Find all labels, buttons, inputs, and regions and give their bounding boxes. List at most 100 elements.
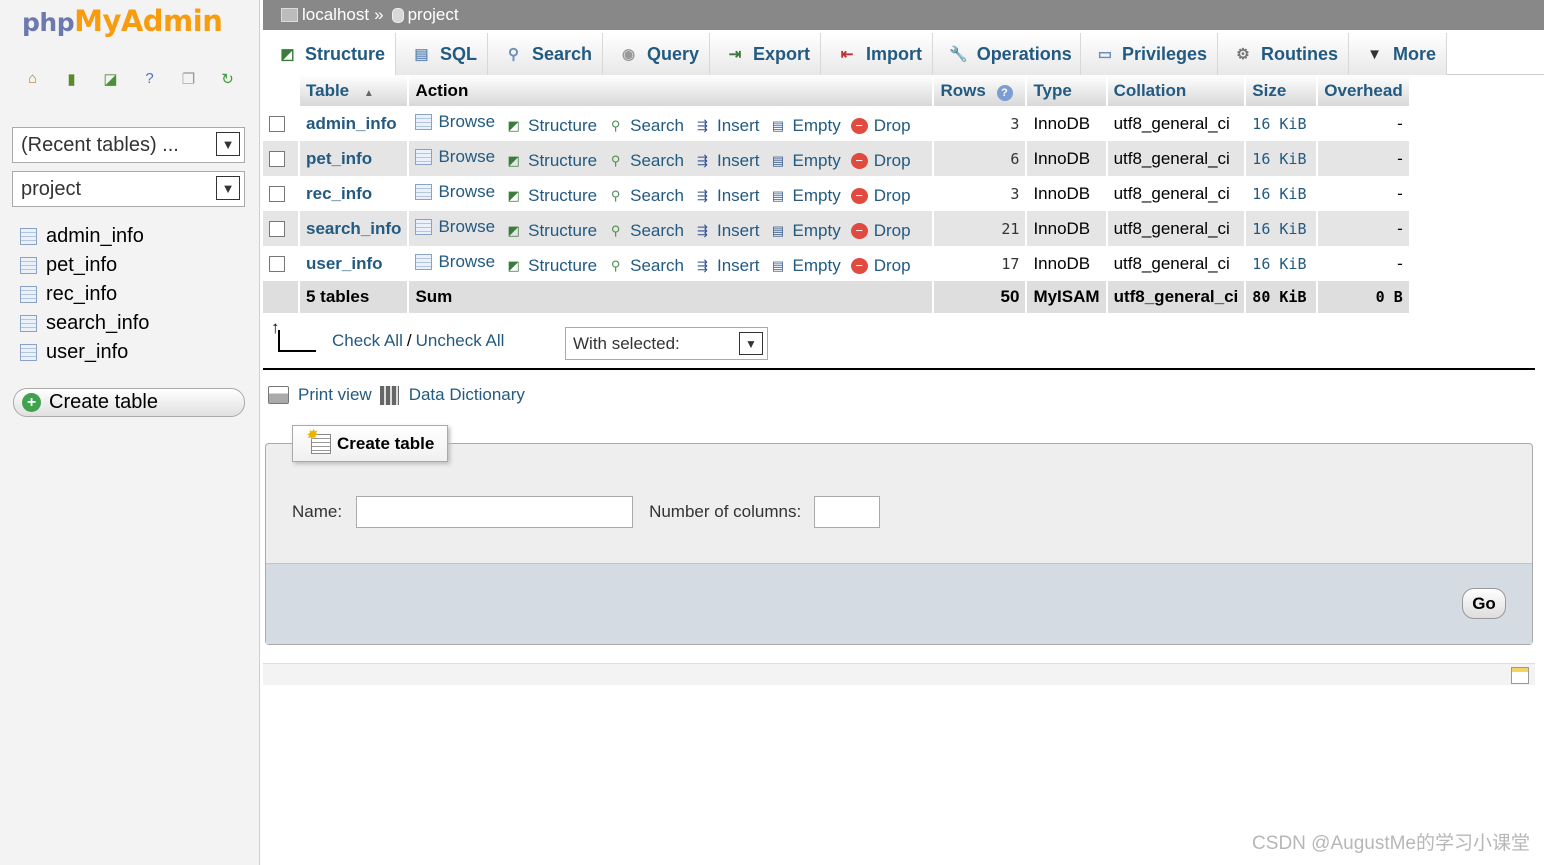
phpmyadmin-logo[interactable]: phpMyAdmin [22, 4, 223, 38]
sql-docs-icon[interactable]: ❐ [178, 68, 199, 89]
check-separator: / [406, 331, 412, 350]
action-drop[interactable]: − Drop [850, 116, 911, 136]
action-label: Search [630, 255, 684, 275]
table-name-link[interactable]: pet_info [306, 149, 372, 168]
action-browse[interactable]: Browse [415, 112, 495, 132]
console-bar[interactable] [263, 663, 1535, 685]
action-label: Empty [792, 220, 841, 240]
tab-search[interactable]: ⚲ Search [488, 33, 603, 75]
tab-routines[interactable]: ⚙ Routines [1218, 33, 1349, 75]
action-structure[interactable]: ◩ Structure [505, 186, 597, 206]
action-drop[interactable]: − Drop [850, 256, 911, 276]
tab-structure[interactable]: ◩ Structure [263, 33, 396, 75]
structure-icon: ◩ [507, 117, 520, 133]
with-selected-select[interactable]: With selected: ▼ [565, 327, 768, 360]
action-label: Browse [438, 216, 496, 236]
size-value[interactable]: 16 KiB [1252, 255, 1306, 273]
help-icon[interactable]: ? [996, 84, 1013, 101]
action-empty[interactable]: ▤ Empty [770, 256, 841, 276]
tab-query[interactable]: ◉ Query [603, 33, 710, 75]
database-select[interactable]: project ▼ [12, 171, 245, 207]
table-name-link[interactable]: admin_info [306, 114, 397, 133]
table-name-input[interactable] [356, 496, 634, 528]
action-browse[interactable]: Browse [415, 182, 495, 202]
action-insert[interactable]: ⇶ Insert [694, 220, 760, 241]
row-checkbox[interactable] [269, 116, 285, 133]
summary-size-cell: 80 KiB [1245, 281, 1319, 313]
size-value[interactable]: 16 KiB [1252, 220, 1306, 238]
size-value[interactable]: 16 KiB [1252, 185, 1306, 203]
action-label: Drop [873, 150, 911, 170]
summary-collation-cell: utf8_general_ci [1106, 281, 1247, 313]
data-dictionary-link[interactable]: Data Dictionary [409, 385, 525, 405]
tab-sql[interactable]: ▤ SQL [396, 33, 488, 75]
table-name-link[interactable]: rec_info [306, 184, 372, 203]
check-all-link[interactable]: Check All [332, 331, 403, 351]
uncheck-all-link[interactable]: Uncheck All [416, 331, 505, 351]
tab-more[interactable]: ▼ More [1349, 33, 1447, 75]
row-checkbox[interactable] [269, 186, 285, 203]
tab-privileges[interactable]: ▭ Privileges [1081, 33, 1218, 75]
console-icon[interactable] [1511, 667, 1529, 684]
action-structure[interactable]: ◩ Structure [505, 116, 597, 136]
action-drop[interactable]: − Drop [850, 186, 911, 206]
size-value[interactable]: 16 KiB [1252, 115, 1306, 133]
action-empty[interactable]: ▤ Empty [770, 186, 841, 206]
row-checkbox[interactable] [269, 221, 285, 238]
action-structure[interactable]: ◩ Structure [505, 256, 597, 276]
action-insert[interactable]: ⇶ Insert [694, 116, 759, 136]
action-structure[interactable]: ◩ Structure [505, 151, 597, 171]
query-window-icon[interactable]: ◪ [100, 68, 121, 89]
row-checkbox[interactable] [269, 151, 285, 168]
action-insert[interactable]: ⇶ Insert [694, 256, 759, 276]
header-table[interactable]: Table ▲ [299, 75, 410, 106]
go-button[interactable]: Go [1462, 588, 1506, 619]
home-icon[interactable]: ⌂ [22, 68, 43, 89]
tree-item-pet-info[interactable]: pet_info [20, 251, 149, 280]
table-name-link[interactable]: search_info [306, 219, 401, 238]
table-row: admin_info Browse ◩ Structure ⚲ Search ⇶ Insert… [263, 106, 1411, 141]
action-structure[interactable]: ◩ Structure [505, 221, 597, 241]
breadcrumb-database[interactable]: project [408, 5, 459, 25]
action-insert[interactable]: ⇶ Insert [694, 151, 759, 171]
action-empty[interactable]: ▤ Empty [770, 151, 841, 171]
header-rows[interactable]: Rows ? [933, 75, 1028, 106]
tree-item-user-info[interactable]: user_info [20, 338, 149, 367]
action-empty[interactable]: ▤ Empty [770, 221, 841, 241]
tab-operations[interactable]: 🔧 Operations [933, 33, 1081, 75]
reload-icon[interactable]: ↻ [217, 68, 238, 89]
table-name-link[interactable]: user_info [306, 254, 383, 273]
action-browse[interactable]: Browse [415, 252, 495, 272]
tree-item-rec-info[interactable]: rec_info [20, 280, 149, 309]
nav-create-table-button[interactable]: + Create table [13, 388, 245, 417]
documentation-icon[interactable]: ? [139, 68, 160, 89]
header-type[interactable]: Type [1026, 75, 1108, 106]
action-search[interactable]: ⚲ Search [607, 256, 684, 276]
tab-export[interactable]: ⇥ Export [710, 33, 821, 75]
header-size[interactable]: Size [1245, 75, 1319, 106]
header-collation[interactable]: Collation [1106, 75, 1247, 106]
action-drop[interactable]: − Drop [850, 221, 911, 241]
action-browse[interactable]: Browse [415, 217, 495, 237]
action-search[interactable]: ⚲ Search [607, 151, 684, 171]
number-of-columns-input[interactable] [814, 496, 881, 528]
header-overhead[interactable]: Overhead [1317, 75, 1411, 106]
action-browse[interactable]: Browse [415, 147, 495, 167]
print-view-link[interactable]: Print view [298, 385, 372, 405]
action-search[interactable]: ⚲ Search [607, 116, 684, 136]
row-checkbox[interactable] [269, 256, 285, 273]
action-insert[interactable]: ⇶ Insert [694, 186, 759, 206]
tab-import[interactable]: ⇤ Import [821, 33, 933, 75]
insert-icon: ⇶ [697, 257, 708, 273]
tree-item-admin-info[interactable]: admin_info [20, 222, 149, 251]
action-search[interactable]: ⚲ Search [607, 186, 684, 206]
breadcrumb-server[interactable]: localhost [302, 5, 369, 25]
tree-item-search-info[interactable]: search_info [20, 309, 149, 338]
size-value[interactable]: 16 KiB [1252, 150, 1306, 168]
action-search[interactable]: ⚲ Search [607, 221, 684, 241]
logout-icon[interactable]: ▮ [61, 68, 82, 89]
action-label: Insert [716, 220, 760, 240]
action-empty[interactable]: ▤ Empty [770, 116, 841, 136]
action-drop[interactable]: − Drop [850, 150, 911, 171]
recent-tables-select[interactable]: (Recent tables) ... ▼ [12, 127, 245, 163]
